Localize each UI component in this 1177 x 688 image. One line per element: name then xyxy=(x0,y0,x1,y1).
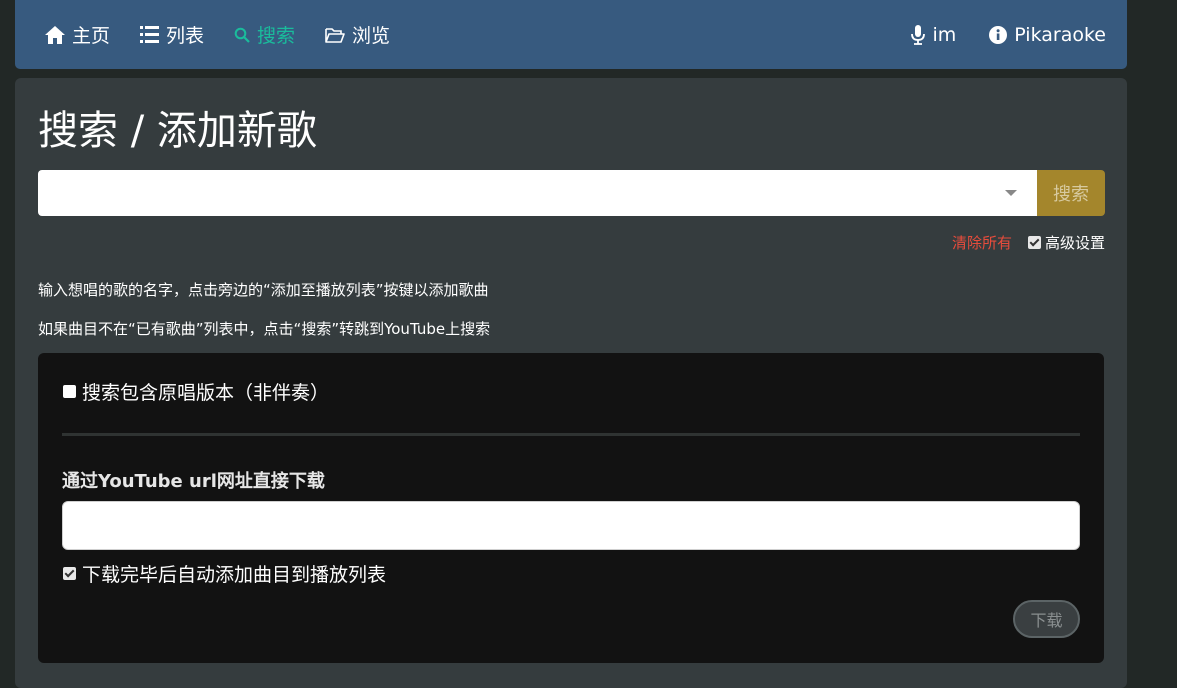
nav-app-label: Pikaraoke xyxy=(1014,23,1106,46)
search-icon xyxy=(234,27,250,43)
nav-home-label: 主页 xyxy=(72,25,111,47)
hint-youtube-search: 如果曲目不在“已有歌曲”列表中，点击“搜索”转跳到YouTube上搜索 xyxy=(38,320,491,338)
folder-open-icon xyxy=(325,27,345,43)
include-original-checkbox[interactable] xyxy=(63,385,76,398)
home-icon xyxy=(45,25,65,44)
advanced-panel: 搜索包含原唱版本（非伴奏） 通过YouTube url网址直接下载 下载完毕后自… xyxy=(38,353,1104,663)
youtube-url-input[interactable] xyxy=(62,501,1080,550)
nav-user[interactable]: im xyxy=(911,24,956,46)
nav-left-group: 主页 列表 搜索 浏览 xyxy=(15,21,420,48)
search-input[interactable] xyxy=(38,170,978,216)
advanced-toggle[interactable]: 高级设置 xyxy=(1027,232,1105,253)
clear-all-link[interactable]: 清除所有 xyxy=(952,232,1012,253)
nav-info[interactable]: Pikaraoke xyxy=(989,24,1106,46)
chevron-down-icon[interactable] xyxy=(1005,190,1017,196)
list-icon xyxy=(140,26,160,43)
auto-add-label: 下载完毕后自动添加曲目到播放列表 xyxy=(82,564,387,586)
nav-user-label: im xyxy=(932,23,957,46)
hint-add-song: 输入想唱的歌的名字，点击旁边的“添加至播放列表”按键以添加歌曲 xyxy=(38,281,489,299)
top-navbar: 主页 列表 搜索 浏览 im Pikaraoke xyxy=(15,0,1127,69)
search-button[interactable]: 搜索 xyxy=(1037,170,1105,216)
nav-list-label: 列表 xyxy=(166,25,205,47)
nav-search-label: 搜索 xyxy=(257,25,296,47)
nav-browse[interactable]: 浏览 xyxy=(325,21,390,48)
include-original-option[interactable]: 搜索包含原唱版本（非伴奏） xyxy=(63,378,329,405)
page-title: 搜索 / 添加新歌 xyxy=(38,108,317,154)
advanced-label: 高级设置 xyxy=(1044,234,1105,252)
search-options: 清除所有 高级设置 xyxy=(952,232,1105,253)
microphone-icon xyxy=(911,24,926,45)
search-card: 搜索 / 添加新歌 搜索 清除所有 高级设置 输入想唱的歌的名字，点击旁边的“添… xyxy=(15,78,1127,688)
nav-browse-label: 浏览 xyxy=(352,25,391,47)
advanced-checkbox[interactable] xyxy=(1027,236,1041,249)
nav-search[interactable]: 搜索 xyxy=(234,21,295,48)
download-button[interactable]: 下载 xyxy=(1013,600,1080,638)
auto-add-option[interactable]: 下载完毕后自动添加曲目到播放列表 xyxy=(63,560,386,587)
song-search-select[interactable] xyxy=(38,170,1037,216)
youtube-download-heading: 通过YouTube url网址直接下载 xyxy=(62,471,325,492)
nav-list[interactable]: 列表 xyxy=(140,21,204,48)
nav-right-group: im Pikaraoke xyxy=(878,24,1127,46)
nav-home[interactable]: 主页 xyxy=(45,21,110,48)
include-original-label: 搜索包含原唱版本（非伴奏） xyxy=(82,382,330,404)
panel-divider xyxy=(62,433,1080,436)
auto-add-checkbox[interactable] xyxy=(63,567,76,580)
info-icon xyxy=(989,25,1008,44)
